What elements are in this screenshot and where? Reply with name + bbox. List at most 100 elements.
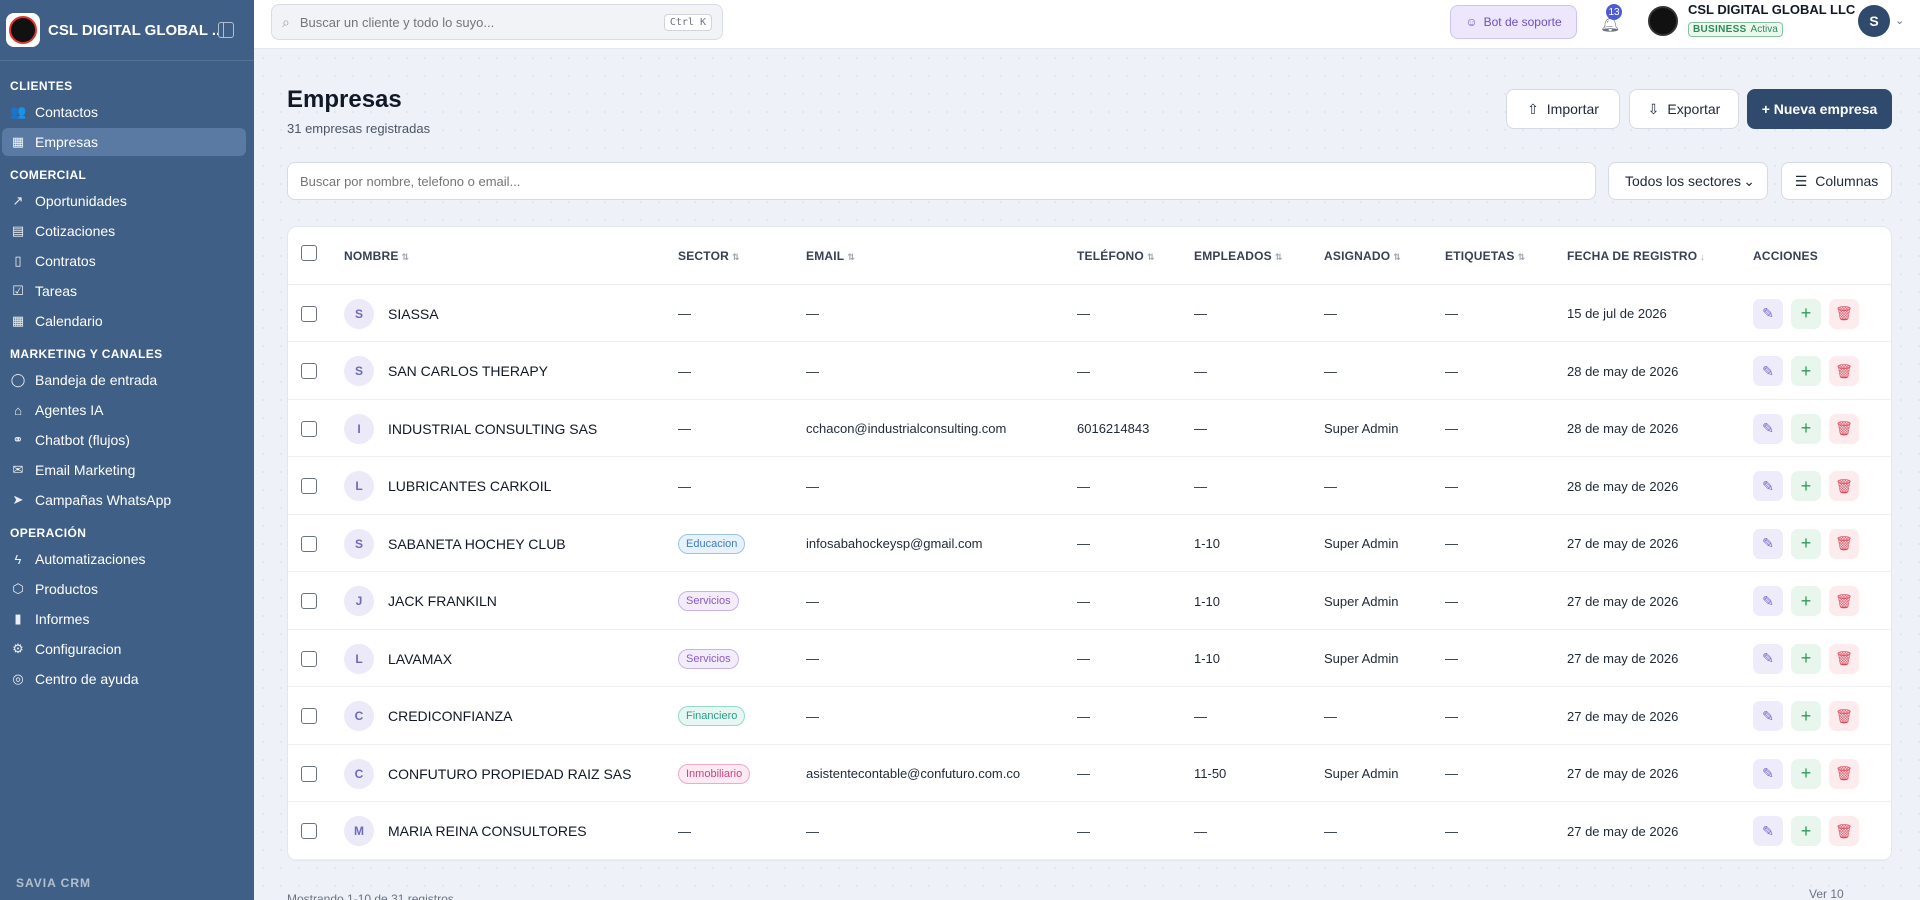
add-icon[interactable]: + <box>1791 701 1821 731</box>
edit-icon[interactable]: ✎ <box>1753 471 1783 501</box>
company-name[interactable]: MARIA REINA CONSULTORES <box>388 803 587 860</box>
trash-icon[interactable]: 🗑︎ <box>1829 471 1859 501</box>
header-sector[interactable]: SECTOR ⇅ <box>678 249 740 263</box>
company-name[interactable]: CONFUTURO PROPIEDAD RAIZ SAS <box>388 745 631 802</box>
trash-icon[interactable]: 🗑︎ <box>1829 701 1859 731</box>
sidebar-item-calendario[interactable]: ▦ Calendario <box>2 307 246 335</box>
edit-icon[interactable]: ✎ <box>1753 643 1783 674</box>
table-row[interactable]: S SABANETA HOCHEY CLUB Educacion infosabaho… <box>288 515 1891 572</box>
row-checkbox[interactable] <box>301 285 317 342</box>
company-name[interactable]: SABANETA HOCHEY CLUB <box>388 515 566 572</box>
sidebar-item-contactos[interactable]: 👥 Contactos <box>2 98 246 126</box>
global-search-input[interactable] <box>299 14 664 30</box>
table-row[interactable]: S SIASSA — — — — — — 15 de jul de 2026 ✎ + 🗑︎ <box>288 285 1891 342</box>
sidebar-item-email-marketing[interactable]: ✉ Email Marketing <box>2 456 246 484</box>
table-row[interactable]: I INDUSTRIAL CONSULTING SAS — cchacon@indus… <box>288 400 1891 457</box>
header-etiquetas[interactable]: ETIQUETAS ⇅ <box>1445 249 1525 263</box>
global-search[interactable]: ⌕ Ctrl K <box>271 4 723 40</box>
sidebar-item-centro-de-ayuda[interactable]: ◎ Centro de ayuda <box>2 665 246 693</box>
per-page[interactable]: Ver 10 <box>1809 887 1844 900</box>
trash-icon[interactable]: 🗑︎ <box>1829 816 1859 846</box>
table-row[interactable]: L LUBRICANTES CARKOIL — — — — — — 28 de may de 2… <box>288 458 1891 515</box>
company-name[interactable]: SIASSA <box>388 285 439 342</box>
edit-icon[interactable]: ✎ <box>1753 816 1783 846</box>
company-name[interactable]: INDUSTRIAL CONSULTING SAS <box>388 400 597 457</box>
select-all-checkbox[interactable] <box>301 245 317 261</box>
add-icon[interactable]: + <box>1791 356 1821 386</box>
trash-icon[interactable]: 🗑︎ <box>1829 528 1859 559</box>
header-telefono[interactable]: TELÉFONO ⇅ <box>1077 249 1155 263</box>
sector-filter-select[interactable]: Todos los sectores ⌄ <box>1608 162 1768 200</box>
sidebar-item-contratos[interactable]: ▯ Contratos <box>2 247 246 275</box>
sidebar-item-cotizaciones[interactable]: ▤ Cotizaciones <box>2 217 246 245</box>
add-icon[interactable]: + <box>1791 643 1821 674</box>
sidebar-item-agentes-ia[interactable]: ⌂ Agentes IA <box>2 396 246 424</box>
row-checkbox[interactable] <box>301 515 317 572</box>
edit-icon[interactable]: ✎ <box>1753 701 1783 731</box>
header-email[interactable]: EMAIL ⇅ <box>806 249 855 263</box>
org-logo[interactable] <box>1648 6 1678 36</box>
table-row[interactable]: M MARIA REINA CONSULTORES — — — — — — 27 de may … <box>288 803 1891 860</box>
table-row[interactable]: S SAN CARLOS THERAPY — — — — — — 28 de may de 20… <box>288 343 1891 400</box>
export-button[interactable]: ⇩ Exportar <box>1629 89 1739 129</box>
trash-icon[interactable]: 🗑︎ <box>1829 586 1859 616</box>
row-checkbox[interactable] <box>301 400 317 457</box>
brand[interactable]: CSL DIGITAL GLOBAL ... <box>0 0 254 61</box>
trash-icon[interactable]: 🗑︎ <box>1829 413 1859 444</box>
edit-icon[interactable]: ✎ <box>1753 356 1783 386</box>
row-checkbox[interactable] <box>301 343 317 400</box>
user-avatar[interactable]: S <box>1858 5 1890 37</box>
header-nombre[interactable]: NOMBRE ⇅ <box>344 249 409 263</box>
table-search-input[interactable] <box>287 162 1596 200</box>
row-checkbox[interactable] <box>301 688 317 745</box>
trash-icon[interactable]: 🗑︎ <box>1829 758 1859 789</box>
row-checkbox[interactable] <box>301 458 317 515</box>
add-icon[interactable]: + <box>1791 298 1821 329</box>
sidebar-item-configuracion[interactable]: ⚙ Configuracion <box>2 635 246 663</box>
trash-icon[interactable]: 🗑︎ <box>1829 298 1859 329</box>
table-row[interactable]: L LAVAMAX Servicios — — 1-10 Super Admin — 27 de… <box>288 630 1891 687</box>
sidebar-item-bandeja-de-entrada[interactable]: ◯ Bandeja de entrada <box>2 366 246 394</box>
add-icon[interactable]: + <box>1791 758 1821 789</box>
trash-icon[interactable]: 🗑︎ <box>1829 356 1859 386</box>
edit-icon[interactable]: ✎ <box>1753 758 1783 789</box>
sidebar-item-automatizaciones[interactable]: ϟ Automatizaciones <box>2 545 246 573</box>
company-name[interactable]: SAN CARLOS THERAPY <box>388 343 548 400</box>
company-name[interactable]: LAVAMAX <box>388 630 452 687</box>
header-asignado[interactable]: ASIGNADO ⇅ <box>1324 249 1401 263</box>
import-button[interactable]: ⇧ Importar <box>1506 89 1620 129</box>
edit-icon[interactable]: ✎ <box>1753 413 1783 444</box>
row-checkbox[interactable] <box>301 573 317 630</box>
add-icon[interactable]: + <box>1791 586 1821 616</box>
new-company-button[interactable]: + Nueva empresa <box>1747 89 1892 129</box>
edit-icon[interactable]: ✎ <box>1753 586 1783 616</box>
row-checkbox[interactable] <box>301 745 317 802</box>
sidebar-item-tareas[interactable]: ☑ Tareas <box>2 277 246 305</box>
add-icon[interactable]: + <box>1791 816 1821 846</box>
columns-button[interactable]: ☰ Columnas <box>1781 162 1892 200</box>
header-fecha[interactable]: FECHA DE REGISTRO ↓ <box>1567 249 1705 263</box>
sidebar-collapse-icon[interactable] <box>218 22 234 38</box>
chevron-down-icon[interactable]: ⌄ <box>1895 14 1904 27</box>
edit-icon[interactable]: ✎ <box>1753 298 1783 329</box>
sidebar-item-empresas[interactable]: ▦ Empresas <box>2 128 246 156</box>
sidebar-item-campa-as-whatsapp[interactable]: ➤ Campañas WhatsApp <box>2 486 246 514</box>
table-row[interactable]: C CREDICONFIANZA Financiero — — — — — 27 de may … <box>288 688 1891 745</box>
sidebar-item-chatbot-flujos[interactable]: ⚭ Chatbot (flujos) <box>2 426 246 454</box>
table-row[interactable]: C CONFUTURO PROPIEDAD RAIZ SAS Inmobiliari… <box>288 745 1891 802</box>
trash-icon[interactable]: 🗑︎ <box>1829 643 1859 674</box>
company-name[interactable]: LUBRICANTES CARKOIL <box>388 458 551 515</box>
header-empleados[interactable]: EMPLEADOS ⇅ <box>1194 249 1283 263</box>
table-row[interactable]: J JACK FRANKILN Servicios — — 1-10 Super Admin… <box>288 573 1891 630</box>
sidebar-item-oportunidades[interactable]: ↗ Oportunidades <box>2 187 246 215</box>
support-bot-button[interactable]: ☺ Bot de soporte <box>1450 5 1577 39</box>
add-icon[interactable]: + <box>1791 413 1821 444</box>
add-icon[interactable]: + <box>1791 471 1821 501</box>
company-name[interactable]: JACK FRANKILN <box>388 573 497 630</box>
add-icon[interactable]: + <box>1791 528 1821 559</box>
row-checkbox[interactable] <box>301 630 317 687</box>
company-name[interactable]: CREDICONFIANZA <box>388 688 512 745</box>
sidebar-item-informes[interactable]: ▮ Informes <box>2 605 246 633</box>
edit-icon[interactable]: ✎ <box>1753 528 1783 559</box>
sidebar-item-productos[interactable]: ⬡ Productos <box>2 575 246 603</box>
